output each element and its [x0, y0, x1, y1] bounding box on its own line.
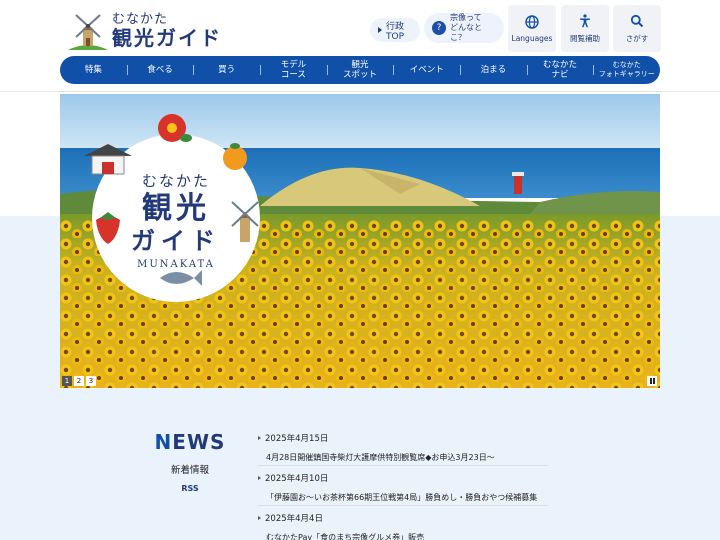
- slide-dot-2[interactable]: 2: [74, 376, 84, 386]
- accessibility-button[interactable]: 閲覧補助: [561, 5, 609, 52]
- shrine-icon: [84, 144, 132, 175]
- about-munakata-link[interactable]: ? 宗像って どんなとこ？: [424, 13, 504, 43]
- news-subtitle: 新着情報: [170, 465, 209, 476]
- accessibility-icon: [580, 13, 590, 27]
- nav-item-events[interactable]: イベント: [393, 56, 460, 84]
- site-header: むなかた 観光ガイド 行政TOP ? 宗像って どんなとこ？ Languages…: [0, 0, 720, 92]
- gov-top-label: 行政TOP: [386, 21, 405, 42]
- nav-item-shop[interactable]: 買う: [193, 56, 260, 84]
- windmill-illustration-icon: [231, 201, 259, 242]
- accessibility-label: 閲覧補助: [570, 33, 600, 43]
- news-title: NEWS: [150, 430, 230, 454]
- gov-top-link[interactable]: 行政TOP: [370, 18, 420, 42]
- nav-item-tourist-spots[interactable]: 観光 スポット: [326, 56, 394, 84]
- search-label: さがす: [625, 33, 649, 43]
- arrow-right-icon: [258, 436, 261, 440]
- pause-button[interactable]: [647, 376, 657, 386]
- nav-item-eat[interactable]: 食べる: [126, 56, 194, 84]
- news-date-text: 2025年4月10日: [265, 474, 329, 484]
- nav-item-model-course[interactable]: モデル コース: [260, 56, 327, 84]
- nav-item-photo-gallery[interactable]: むなかた フォトギャラリー: [593, 56, 660, 84]
- search-icon: [630, 14, 644, 27]
- nav-item-munakata-navi[interactable]: むなかた ナビ: [526, 56, 594, 84]
- badge-title-bottom: ガイド: [131, 226, 221, 255]
- badge-title-top: 観光: [142, 191, 210, 226]
- camellia-icon: [158, 114, 192, 142]
- orange-icon: [223, 143, 247, 170]
- about-munakata-label: 宗像って どんなとこ？: [450, 13, 482, 42]
- languages-button[interactable]: Languages: [508, 5, 556, 52]
- strawberry-icon: [96, 212, 120, 244]
- news-item[interactable]: 2025年4月4日 むなかたPay「食のまち宗像グルメ券」販売: [258, 506, 548, 540]
- news-headline[interactable]: 「伊藤園お～いお茶杯第66期王位戦第4局」勝負めし・勝負おやつ候補募集: [258, 492, 548, 503]
- fish-icon: [160, 270, 202, 286]
- slide-indicators: 1 2 3: [62, 376, 96, 386]
- question-icon: ?: [432, 21, 446, 35]
- slide-dot-1[interactable]: 1: [62, 376, 72, 386]
- news-date: 2025年4月15日: [258, 432, 548, 444]
- rss-link[interactable]: RSS: [150, 484, 230, 493]
- arrow-right-icon: [258, 476, 261, 480]
- search-button[interactable]: さがす: [613, 5, 661, 52]
- news-date-text: 2025年4月15日: [265, 434, 329, 444]
- news-date-text: 2025年4月4日: [265, 514, 323, 524]
- logo-title: 観光ガイド: [112, 26, 222, 50]
- hero-slideshow[interactable]: むなかた 観光 ガイド MUNAKATA: [60, 94, 660, 388]
- site-logo[interactable]: むなかた 観光ガイド: [66, 8, 246, 52]
- news-headline[interactable]: 4月28日開催鎮国寺柴灯大護摩供特別観覧席◆お申込3月23日～: [258, 452, 548, 463]
- news-title-initial: N: [154, 430, 173, 454]
- news-date: 2025年4月4日: [258, 512, 548, 524]
- news-heading: NEWS 新着情報 RSS: [150, 430, 230, 493]
- main-navigation: 特集 食べる 買う モデル コース 観光 スポット イベント 泊まる むなかた …: [60, 56, 660, 84]
- news-list: 2025年4月15日 4月28日開催鎮国寺柴灯大護摩供特別観覧席◆お申込3月23…: [258, 426, 548, 540]
- arrow-right-icon: [258, 516, 261, 520]
- news-date: 2025年4月10日: [258, 472, 548, 484]
- news-item[interactable]: 2025年4月10日 「伊藤園お～いお茶杯第66期王位戦第4局」勝負めし・勝負お…: [258, 466, 548, 506]
- windmill-logo-icon: [68, 14, 108, 50]
- nav-item-features[interactable]: 特集: [60, 56, 127, 84]
- pause-icon-bar: [652, 378, 655, 384]
- languages-label: Languages: [511, 33, 553, 43]
- nav-item-stay[interactable]: 泊まる: [460, 56, 527, 84]
- news-item[interactable]: 2025年4月15日 4月28日開催鎮国寺柴灯大護摩供特別観覧席◆お申込3月23…: [258, 426, 548, 466]
- globe-icon: [525, 14, 539, 29]
- badge-subtitle: むなかた: [141, 172, 210, 190]
- arrow-right-icon: [378, 27, 382, 33]
- pause-icon: [649, 378, 652, 384]
- news-title-rest: EWS: [172, 430, 226, 454]
- slide-dot-3[interactable]: 3: [86, 376, 96, 386]
- news-headline[interactable]: むなかたPay「食のまち宗像グルメ券」販売: [258, 532, 548, 540]
